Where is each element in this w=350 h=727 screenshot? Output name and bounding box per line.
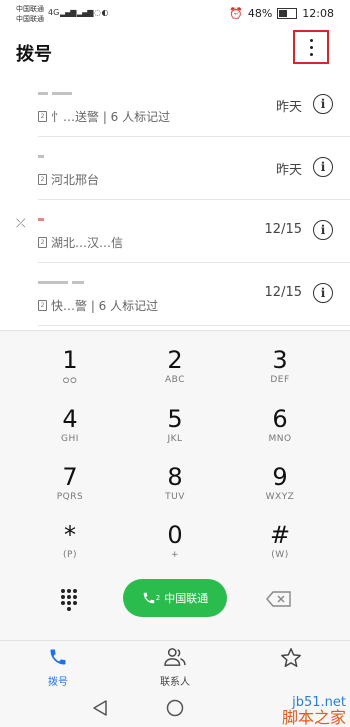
key-8[interactable]: 8 TUV [125, 462, 225, 518]
contact-name-redacted [38, 210, 118, 226]
status-right: ⏰ 48% 12:08 [229, 7, 334, 20]
call-log-list: 2 忄…送警 | 6 人标记过 昨天 i 2 河北邢台 昨天 i ⤫ 2 湖北…… [0, 74, 350, 330]
call-button[interactable]: 2 中国联通 [123, 579, 227, 617]
missed-call-icon: ⤫ [16, 216, 26, 230]
back-icon[interactable] [92, 699, 108, 717]
sim-icon: 2 [38, 237, 47, 248]
star-icon [281, 648, 301, 667]
call-date: 12/15 [264, 285, 302, 300]
tab-contacts[interactable]: 联系人 [140, 647, 210, 688]
call-log-sub: 2 河北邢台 [38, 171, 99, 188]
contacts-icon [164, 648, 186, 666]
tab-favorites[interactable] [256, 647, 326, 675]
key-9[interactable]: 9 WXYZ [230, 462, 330, 518]
sim-icon: 2 [38, 300, 47, 311]
call-log-location: 河北邢台 [51, 173, 100, 187]
signal-icon: ▂▄▆ ▂▄▆ ◌ ◐ [60, 8, 109, 17]
contact-name-redacted [38, 84, 118, 100]
carrier-2: 中国联通 [16, 15, 44, 23]
key-1[interactable]: 1 ᴑᴑ [20, 345, 120, 401]
sim-number: 2 [155, 594, 161, 602]
info-icon[interactable]: i [313, 94, 333, 114]
key-star[interactable]: * (P) [20, 520, 120, 576]
bottom-tab-bar: 拨号 联系人 [0, 640, 350, 690]
key-0[interactable]: 0 + [125, 520, 225, 576]
info-icon[interactable]: i [313, 283, 333, 303]
carrier-1: 中国联通 [16, 5, 44, 13]
call-log-row[interactable]: 2 快…警 | 6 人标记过 12/15 i [0, 263, 350, 326]
status-bar: 中国联通 中国联通 4G ▂▄▆ ▂▄▆ ◌ ◐ ⏰ 48% 12:08 [0, 0, 350, 28]
call-date: 昨天 [275, 163, 302, 178]
info-icon[interactable]: i [313, 220, 333, 240]
call-log-sub: 2 忄…送警 | 6 人标记过 [38, 108, 170, 125]
phone-call-icon [143, 592, 155, 604]
dial-keypad: 1 ᴑᴑ 2 ABC 3 DEF 4 GHI 5 JKL 6 MNO 7 PQR… [0, 330, 350, 640]
key-2[interactable]: 2 ABC [125, 345, 225, 401]
call-log-sub: 2 快…警 | 6 人标记过 [38, 297, 158, 314]
call-carrier-label: 中国联通 [164, 592, 209, 605]
call-log-row[interactable]: ⤫ 2 湖北…汉…信 12/15 i [0, 200, 350, 263]
call-log-location: 快…警 | 6 人标记过 [51, 299, 159, 313]
more-options-button[interactable] [293, 30, 329, 64]
sim-icon: 2 [38, 174, 47, 185]
call-date: 12/15 [264, 222, 302, 237]
backspace-icon[interactable] [266, 591, 292, 607]
sim-icon: 2 [38, 111, 47, 122]
contact-name-redacted [38, 273, 118, 289]
signal-type: 4G [48, 8, 60, 17]
phone-icon [50, 649, 66, 665]
page-title: 拨号 [16, 44, 52, 65]
clock: 12:08 [302, 7, 334, 20]
key-3[interactable]: 3 DEF [230, 345, 330, 401]
call-log-sub: 2 湖北…汉…信 [38, 234, 123, 251]
key-7[interactable]: 7 PQRS [20, 462, 120, 518]
battery-percent: 48% [247, 7, 273, 20]
call-log-location: 湖北…汉…信 [51, 236, 124, 250]
contact-name-redacted [38, 147, 118, 163]
tab-dialer[interactable]: 拨号 [23, 647, 93, 688]
voicemail-icon: ᴑᴑ [62, 375, 78, 386]
battery-icon [277, 8, 298, 19]
alarm-icon: ⏰ [229, 7, 243, 20]
watermark: jb51.net 脚本之家 [281, 695, 346, 727]
call-log-location: 忄…送警 | 6 人标记过 [51, 110, 171, 124]
dialpad-toggle-icon[interactable] [60, 589, 78, 611]
key-5[interactable]: 5 JKL [125, 404, 225, 460]
info-icon[interactable]: i [313, 157, 333, 177]
home-icon[interactable] [166, 699, 184, 717]
key-hash[interactable]: # (W) [230, 520, 330, 576]
key-4[interactable]: 4 GHI [20, 404, 120, 460]
call-date: 昨天 [275, 100, 302, 115]
key-6[interactable]: 6 MNO [230, 404, 330, 460]
system-nav-bar: jb51.net 脚本之家 [0, 690, 350, 727]
call-log-row[interactable]: 2 忄…送警 | 6 人标记过 昨天 i [0, 74, 350, 137]
call-log-row[interactable]: 2 河北邢台 昨天 i [0, 137, 350, 200]
